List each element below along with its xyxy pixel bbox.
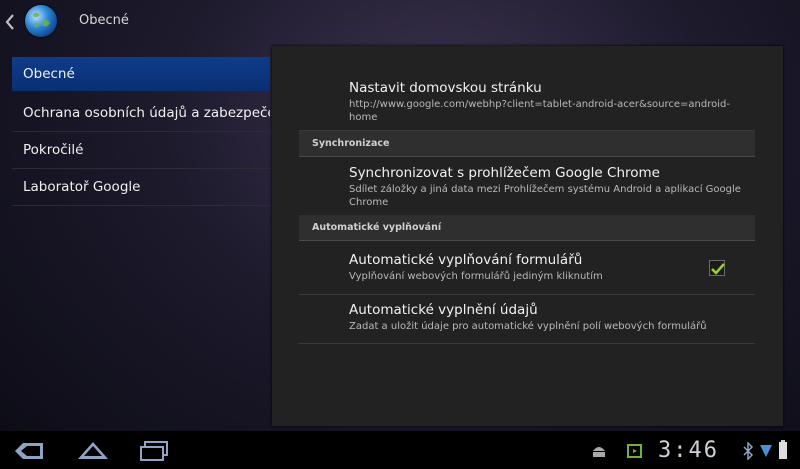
recent-apps-icon[interactable] (139, 440, 171, 462)
home-icon[interactable] (76, 439, 110, 461)
pref-autofill-forms-summary: Vyplňování webových formulářů jediným kl… (349, 271, 603, 282)
sync-icon (627, 444, 642, 458)
clock: 3:46 (658, 438, 719, 463)
pref-autofill-data[interactable]: Automatické vyplnění údajů Zadat a uloži… (349, 302, 749, 333)
pref-sync-summary: Sdílet záložky a jiná data mezi Prohlíže… (349, 184, 741, 208)
battery-icon (779, 440, 787, 459)
divider (299, 343, 755, 344)
chevron-left-icon[interactable] (4, 12, 16, 32)
category-autofill: Automatické vyplňování (299, 215, 755, 241)
globe-icon[interactable] (25, 5, 57, 37)
page-title: Obecné (79, 13, 129, 28)
category-autofill-label: Automatické vyplňování (312, 222, 442, 233)
pref-sync-title: Synchronizovat s prohlížečem Google Chro… (349, 165, 660, 181)
wifi-icon (760, 445, 772, 457)
nav-item-advanced[interactable]: Pokročilé (12, 132, 270, 169)
nav-item-general[interactable]: Obecné (12, 57, 270, 91)
divider (299, 294, 755, 295)
pref-autofill-data-summary: Zadat a uložit údaje pro automatické vyp… (349, 321, 707, 332)
pref-homepage-title: Nastavit domovskou stránku (349, 80, 542, 96)
pref-autofill-forms-title: Automatické vyplňování formulářů (349, 252, 583, 268)
category-sync-label: Synchronizace (312, 138, 390, 149)
back-icon[interactable] (13, 441, 45, 461)
nav-item-privacy-security[interactable]: Ochrana osobních údajů a zabezpečení (12, 95, 270, 132)
checkmark-icon (711, 263, 725, 275)
bluetooth-icon (743, 442, 754, 460)
pref-autofill-data-title: Automatické vyplnění údajů (349, 302, 538, 318)
settings-panel: Nastavit domovskou stránku http://www.go… (272, 46, 783, 426)
system-bar: 3:46 (0, 431, 800, 469)
category-sync: Synchronizace (299, 131, 755, 157)
settings-nav: Obecné Ochrana osobních údajů a zabezpeč… (12, 57, 270, 206)
pref-autofill-forms[interactable]: Automatické vyplňování formulářů Vyplňov… (349, 252, 749, 283)
pref-homepage[interactable]: Nastavit domovskou stránku http://www.go… (349, 80, 749, 124)
pref-sync-chrome[interactable]: Synchronizovat s prohlížečem Google Chro… (349, 165, 749, 209)
action-bar: Obecné (0, 0, 800, 44)
nav-item-google-labs[interactable]: Laboratoř Google (12, 169, 270, 206)
pref-homepage-summary: http://www.google.com/webhp?client=table… (349, 99, 730, 123)
autofill-forms-checkbox[interactable] (709, 260, 725, 276)
android-debug-icon (593, 447, 605, 457)
